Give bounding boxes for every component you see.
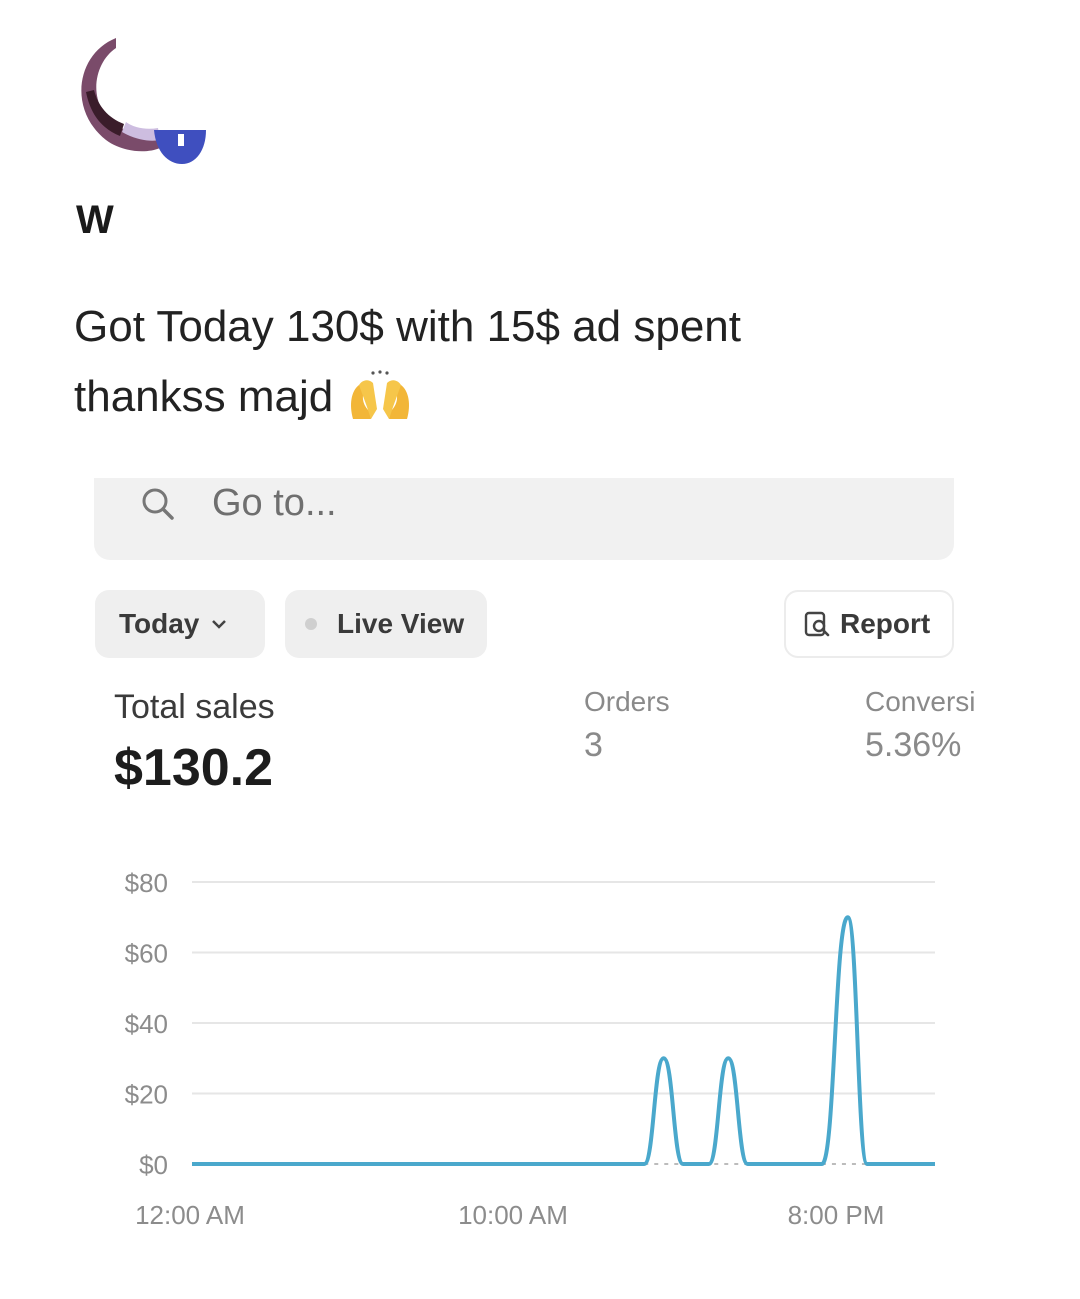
x-tick-label: 8:00 PM [788,1200,885,1230]
sales-line-chart: $0 $20 $40 $60 $80 12:00 AM 10:00 AM 8:00 PM [125,868,935,1230]
y-tick-label: $40 [125,1009,168,1039]
x-tick-label: 12:00 AM [135,1200,245,1230]
x-tick-label: 10:00 AM [458,1200,568,1230]
y-tick-label: $60 [125,939,168,969]
y-tick-label: $0 [139,1150,168,1180]
y-tick-label: $80 [125,868,168,898]
sales-series-line [192,915,935,1166]
y-tick-label: $20 [125,1080,168,1110]
